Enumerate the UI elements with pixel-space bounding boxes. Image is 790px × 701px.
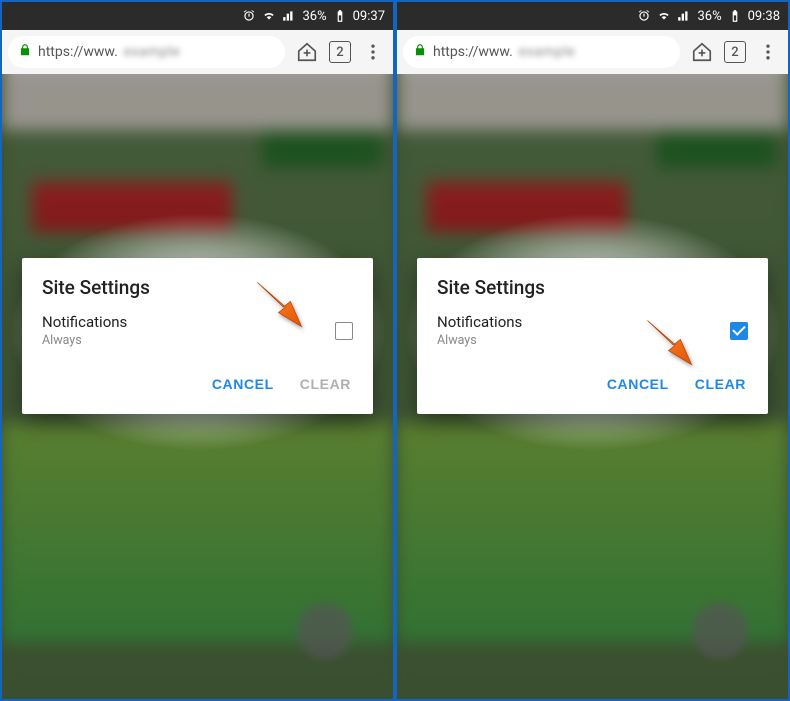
signal-icon [677, 9, 691, 23]
wifi-icon [262, 9, 276, 23]
home-add-icon[interactable] [293, 38, 321, 66]
home-add-icon[interactable] [688, 38, 716, 66]
dialog-title: Site Settings [437, 276, 748, 299]
tab-count-button[interactable]: 2 [724, 41, 746, 63]
screenshot-right: 36% 09:38 https://www. example 2 Site Se… [397, 2, 788, 699]
dialog-actions: CANCEL CLEAR [42, 364, 353, 406]
clear-button-disabled: CLEAR [298, 370, 353, 398]
android-status-bar: 36% 09:38 [397, 2, 788, 30]
screenshot-left: 36% 09:37 https://www. example 2 Site Se… [2, 2, 393, 699]
clock-text: 09:37 [353, 9, 385, 24]
tab-count-button[interactable]: 2 [329, 41, 351, 63]
browser-url-bar: https://www. example 2 [2, 30, 393, 74]
notifications-row-text: Notifications Always [42, 313, 335, 348]
url-hidden-domain: example [124, 44, 180, 60]
wifi-icon [657, 9, 671, 23]
notifications-label: Notifications [42, 313, 335, 331]
cancel-button[interactable]: CANCEL [605, 370, 671, 398]
notifications-row[interactable]: Notifications Always [437, 313, 748, 348]
overflow-menu-icon[interactable] [359, 38, 387, 66]
notifications-checkbox-unchecked[interactable] [335, 322, 353, 340]
site-settings-dialog: Site Settings Notifications Always CANCE… [22, 258, 373, 414]
dialog-title: Site Settings [42, 276, 353, 299]
site-settings-dialog: Site Settings Notifications Always CANCE… [417, 258, 768, 414]
clock-text: 09:38 [748, 9, 780, 24]
notifications-sublabel: Always [437, 333, 730, 348]
notifications-row[interactable]: Notifications Always [42, 313, 353, 348]
battery-icon [728, 9, 742, 23]
clear-button[interactable]: CLEAR [693, 370, 748, 398]
signal-icon [282, 9, 296, 23]
android-status-bar: 36% 09:37 [2, 2, 393, 30]
browser-url-bar: https://www. example 2 [397, 30, 788, 74]
lock-icon [18, 43, 32, 61]
floating-action-button-blurred [297, 603, 353, 659]
battery-percent: 36% [302, 9, 326, 24]
url-scheme: https://www. [433, 44, 513, 60]
url-hidden-domain: example [519, 44, 575, 60]
notifications-label: Notifications [437, 313, 730, 331]
dialog-actions: CANCEL CLEAR [437, 364, 748, 406]
url-scheme: https://www. [38, 44, 118, 60]
battery-icon [333, 9, 347, 23]
url-field[interactable]: https://www. example [403, 36, 680, 68]
alarm-icon [242, 9, 256, 23]
battery-percent: 36% [697, 9, 721, 24]
overflow-menu-icon[interactable] [754, 38, 782, 66]
url-field[interactable]: https://www. example [8, 36, 285, 68]
cancel-button[interactable]: CANCEL [210, 370, 276, 398]
lock-icon [413, 43, 427, 61]
notifications-sublabel: Always [42, 333, 335, 348]
notifications-row-text: Notifications Always [437, 313, 730, 348]
alarm-icon [637, 9, 651, 23]
floating-action-button-blurred [692, 603, 748, 659]
notifications-checkbox-checked[interactable] [730, 322, 748, 340]
